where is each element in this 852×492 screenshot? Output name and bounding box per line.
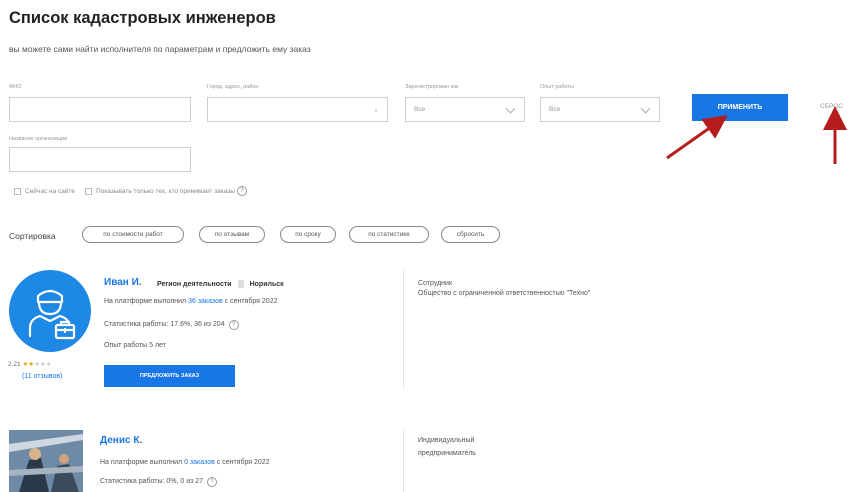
- arrow-to-apply: [666, 115, 728, 160]
- annotation-arrows: [666, 106, 847, 164]
